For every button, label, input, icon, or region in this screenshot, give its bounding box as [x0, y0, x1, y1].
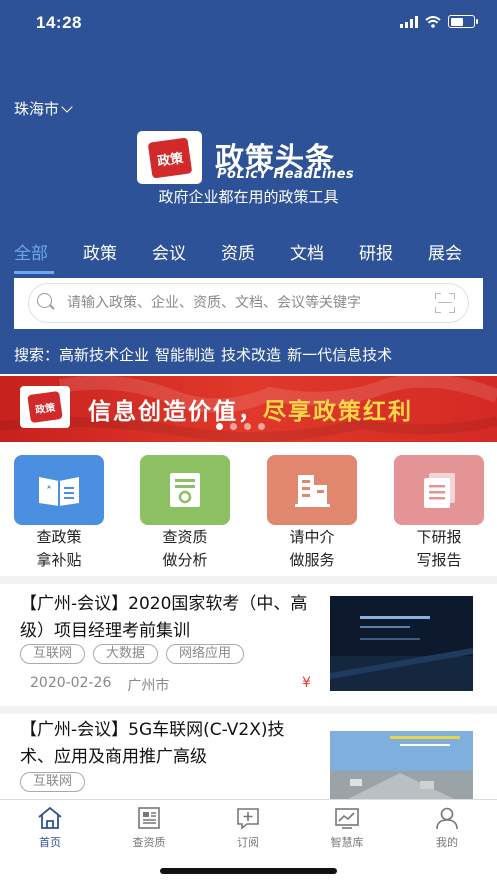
home-icon [38, 806, 62, 829]
quick-action-line1: 查资质 [162, 528, 208, 546]
carousel-dot[interactable] [244, 423, 251, 430]
tabbar-wisdom[interactable]: 智慧库 [317, 806, 377, 850]
news-meta: 2020-02-26 广州市 [30, 675, 169, 695]
hot-keyword[interactable]: 智能制造 [155, 344, 215, 365]
subscribe-icon [237, 808, 259, 830]
news-title: 【广州-会议】2020国家软考（中、高级）项目经理考前集训 [20, 594, 308, 641]
logo-mark: 政策 [147, 136, 192, 179]
quick-action-report[interactable]: 下研报 写报告 [393, 455, 485, 571]
quick-actions: 查政策 拿补贴 查资质 做分析 请中介 做服务 下研报 写报告 [0, 455, 497, 575]
news-thumbnail [330, 596, 473, 691]
banner-text: 信息创造价值，尽享政策红利 [88, 392, 413, 426]
tabbar-label: 智慧库 [330, 836, 364, 849]
quick-action-line2: 做服务 [289, 551, 335, 569]
status-bar: 14:28 [0, 0, 497, 50]
divider [0, 576, 497, 584]
chart-icon [335, 808, 359, 829]
tab-exhibition[interactable]: 展会 [428, 239, 497, 264]
tab-all[interactable]: 全部 [14, 239, 83, 264]
news-title: 【广州-会议】5G车联网(C-V2X)技术、应用及商用推广高级 [20, 720, 285, 767]
city-label: 珠海市 [14, 100, 60, 118]
newspaper-icon [138, 807, 160, 829]
hot-search: 搜索： 高新技术企业 智能制造 技术改造 新一代信息技术 [14, 344, 392, 365]
app-logo: 政策 [137, 131, 202, 184]
tab-qualification[interactable]: 资质 [221, 239, 290, 264]
tabbar-qualification[interactable]: 查资质 [119, 806, 179, 850]
status-time: 14:28 [36, 13, 82, 32]
news-tags: 互联网 [20, 772, 86, 792]
carousel-dot[interactable] [230, 423, 237, 430]
hot-keyword[interactable]: 高新技术企业 [59, 344, 149, 365]
document-icon [394, 455, 484, 525]
carousel-dot[interactable] [216, 423, 223, 430]
scan-icon[interactable] [435, 293, 455, 313]
news-tag: 互联网 [20, 644, 86, 664]
news-item[interactable]: 【广州-会议】2020国家软考（中、高级）项目经理考前集训 互联网 大数据 网络… [0, 584, 497, 706]
certificate-icon [140, 455, 230, 525]
tabbar-label: 查资质 [132, 836, 166, 849]
status-icons [400, 15, 478, 28]
banner-text-part2: 尽享政策红利 [263, 398, 413, 425]
brand-subtitle: PoLicY HeadLines [217, 167, 355, 182]
promo-banner[interactable]: 政策 信息创造价值，尽享政策红利 [0, 376, 497, 442]
carousel-dots [216, 423, 265, 430]
carousel-dot[interactable] [258, 423, 265, 430]
news-item[interactable]: 【广州-会议】5G车联网(C-V2X)技术、应用及商用推广高级 互联网 [0, 714, 497, 808]
signal-icon [400, 15, 418, 28]
home-indicator [160, 868, 337, 874]
news-tags: 互联网 大数据 网络应用 [20, 644, 245, 664]
divider [0, 706, 497, 714]
tabbar-label: 首页 [39, 836, 61, 849]
tabbar-home[interactable]: 首页 [20, 806, 80, 850]
category-tabs: 全部 政策 会议 资质 文档 研报 展会 [14, 239, 497, 264]
chevron-down-icon [61, 100, 73, 113]
hot-keyword[interactable]: 技术改造 [221, 344, 281, 365]
tab-policy[interactable]: 政策 [83, 239, 152, 264]
tabbar-subscribe[interactable]: 订阅 [218, 806, 278, 850]
quick-action-agency[interactable]: 请中介 做服务 [266, 455, 358, 571]
tabbar-label: 订阅 [237, 836, 259, 849]
city-selector[interactable]: 珠海市 [14, 98, 73, 119]
hot-search-label: 搜索： [14, 346, 60, 364]
quick-action-line1: 查政策 [36, 528, 82, 546]
tab-meeting[interactable]: 会议 [152, 239, 221, 264]
book-icon [14, 455, 104, 525]
tabbar-label: 我的 [436, 836, 458, 849]
user-icon [436, 807, 458, 830]
news-tag: 大数据 [93, 644, 159, 664]
quick-action-line1: 请中介 [289, 528, 335, 546]
news-location: 广州市 [127, 678, 170, 694]
banner-logo-mark: 政策 [27, 390, 63, 424]
tab-research[interactable]: 研报 [359, 239, 428, 264]
wifi-icon [425, 15, 441, 28]
building-icon [267, 455, 357, 525]
news-price: ¥ [302, 675, 311, 691]
search-icon [37, 293, 52, 308]
tab-document[interactable]: 文档 [290, 239, 359, 264]
quick-action-line2: 写报告 [416, 551, 462, 569]
quick-action-line2: 做分析 [162, 551, 208, 569]
quick-action-line2: 拿补贴 [36, 551, 82, 569]
slogan: 政府企业都在用的政策工具 [158, 188, 339, 206]
news-tag: 互联网 [20, 772, 86, 792]
banner-logo: 政策 [20, 386, 70, 428]
tabbar-mine[interactable]: 我的 [417, 806, 477, 850]
battery-icon [448, 15, 478, 28]
search-input[interactable] [67, 293, 429, 313]
quick-action-qualification[interactable]: 查资质 做分析 [139, 455, 231, 571]
banner-text-part1: 信息创造价值， [88, 398, 263, 425]
news-date: 2020-02-26 [30, 675, 112, 691]
quick-action-policy[interactable]: 查政策 拿补贴 [13, 455, 105, 571]
active-tab-indicator [14, 271, 54, 274]
news-tag: 网络应用 [166, 644, 245, 664]
quick-action-line1: 下研报 [416, 528, 462, 546]
hot-keyword[interactable]: 新一代信息技术 [287, 344, 392, 365]
